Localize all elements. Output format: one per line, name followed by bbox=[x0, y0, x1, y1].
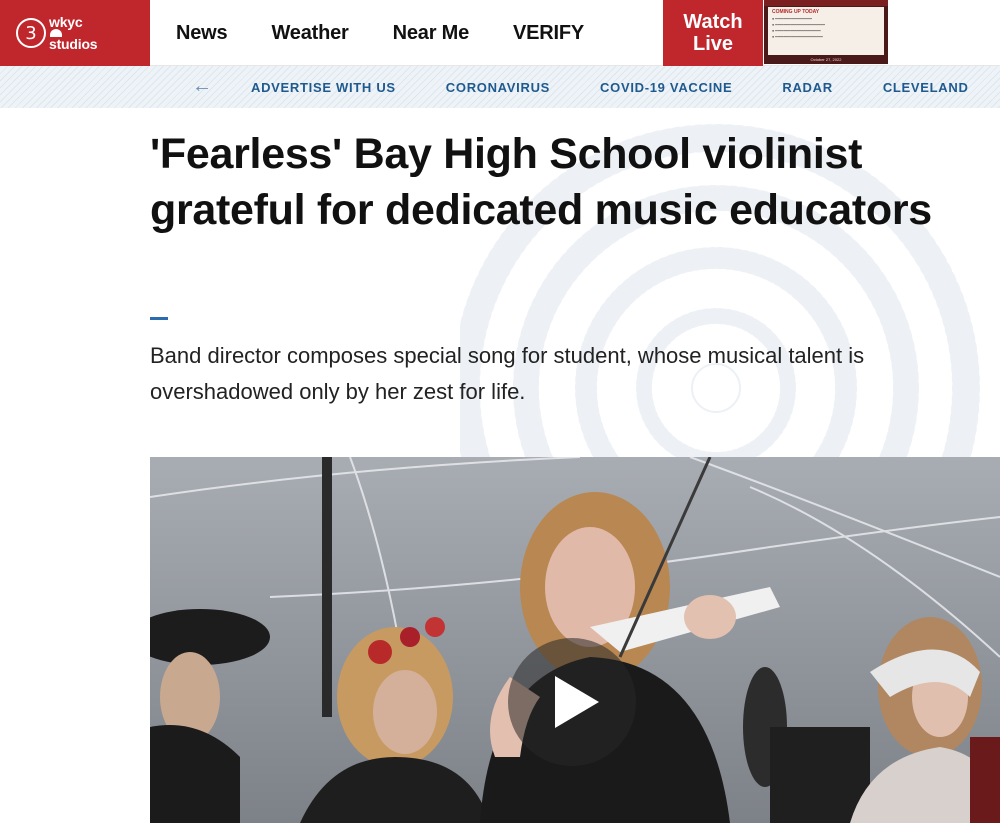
article-dek: Band director composes special song for … bbox=[150, 343, 865, 404]
live-stream-thumbnail[interactable]: COMING UP TODAY ● ━━━━━━━━━━━━━━━━━ ● ━━… bbox=[764, 0, 888, 64]
logo-studios-text: studios bbox=[49, 36, 98, 52]
secondary-nav: ← ADVERTISE WITH US CORONAVIRUS COVID-19… bbox=[0, 66, 1000, 108]
subnav-covid-vaccine[interactable]: COVID-19 VACCINE bbox=[600, 80, 732, 95]
article-headline: 'Fearless' Bay High School violinist gra… bbox=[150, 130, 932, 234]
subnav-coronavirus[interactable]: CORONAVIRUS bbox=[446, 80, 550, 95]
subnav-radar[interactable]: RADAR bbox=[782, 80, 832, 95]
channel-number-badge: 3 bbox=[16, 18, 46, 48]
play-button[interactable] bbox=[508, 638, 636, 766]
subnav-cleveland[interactable]: CLEVELAND bbox=[883, 80, 969, 95]
watch-live-line1: Watch bbox=[683, 11, 743, 33]
secondary-nav-links: ADVERTISE WITH US CORONAVIRUS COVID-19 V… bbox=[251, 66, 1000, 108]
logo-wkyc-text: wkyc bbox=[49, 14, 83, 30]
subnav-advertise[interactable]: ADVERTISE WITH US bbox=[251, 80, 396, 95]
nav-weather[interactable]: Weather bbox=[271, 22, 348, 45]
site-header: 3 wkyc studios News Weather Near Me VERI… bbox=[0, 0, 1000, 66]
play-icon bbox=[555, 676, 599, 728]
watch-live-button[interactable]: Watch Live bbox=[663, 0, 763, 66]
nav-news[interactable]: News bbox=[176, 22, 228, 45]
live-thumb-date: October 27, 2022 bbox=[810, 57, 842, 62]
live-thumb-heading: COMING UP TODAY bbox=[772, 9, 820, 15]
nav-near-me[interactable]: Near Me bbox=[393, 22, 470, 45]
accent-rule bbox=[150, 317, 168, 320]
watch-live-line2: Live bbox=[692, 33, 734, 55]
video-player[interactable] bbox=[150, 457, 1000, 823]
nav-verify[interactable]: VERIFY bbox=[513, 22, 584, 45]
main-nav: News Weather Near Me VERIFY bbox=[176, 0, 584, 66]
wkyc-logo[interactable]: 3 wkyc studios bbox=[0, 0, 150, 66]
arrow-left-icon[interactable]: ← bbox=[192, 76, 212, 96]
